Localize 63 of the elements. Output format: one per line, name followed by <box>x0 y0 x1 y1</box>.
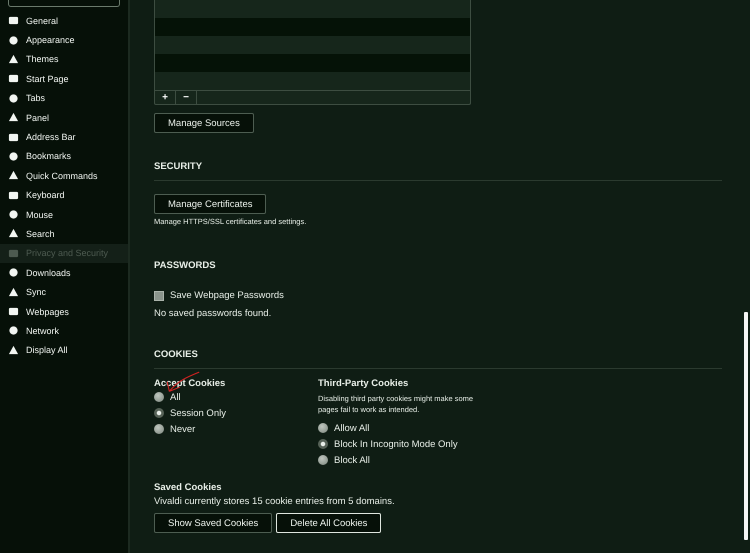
sidebar-item[interactable]: Bookmarks <box>0 146 128 166</box>
category-icon <box>8 248 19 259</box>
sidebar-item[interactable]: Panel <box>0 108 128 128</box>
radio-label: All <box>170 392 181 402</box>
radio-button[interactable] <box>318 423 328 433</box>
category-icon <box>8 209 19 220</box>
radio-button[interactable] <box>318 455 328 465</box>
radio-label: Allow All <box>334 422 370 434</box>
category-icon <box>8 228 19 240</box>
sidebar-item[interactable]: Network <box>0 321 128 341</box>
sidebar-item[interactable]: Sync <box>0 282 128 302</box>
category-icon <box>8 306 19 318</box>
sidebar-item[interactable]: Address Bar <box>0 127 128 147</box>
sidebar-item[interactable]: Webpages <box>0 302 128 322</box>
sidebar-item[interactable]: Quick Commands <box>0 166 128 186</box>
category-icon <box>8 267 19 278</box>
category-icon <box>8 150 19 162</box>
sidebar-item[interactable]: Start Page <box>0 69 128 89</box>
category-icon <box>8 190 19 201</box>
category-icon <box>8 170 19 182</box>
sidebar-item[interactable]: Tabs <box>0 88 128 108</box>
group-title: Saved Cookies <box>154 482 223 493</box>
remove-button[interactable]: − <box>176 91 197 104</box>
radio-label: Session Only <box>170 408 226 418</box>
category-icon <box>8 132 19 143</box>
category-icon <box>8 286 19 298</box>
category-icon <box>8 92 19 104</box>
sidebar-item[interactable]: Themes <box>0 50 128 70</box>
radio-button[interactable] <box>154 424 164 434</box>
sidebar-item[interactable]: Keyboard <box>0 186 128 205</box>
category-icon <box>8 34 19 46</box>
radio-label: Never <box>170 424 196 434</box>
section-heading: COOKIES <box>154 349 199 360</box>
radio-label: Block All <box>334 454 370 466</box>
section-heading: SECURITY <box>154 161 204 172</box>
manage-certificates-button[interactable]: Manage Certificates <box>154 194 266 214</box>
radio-button[interactable] <box>318 439 328 449</box>
add-button[interactable]: + <box>155 91 176 104</box>
sidebar-item[interactable]: Search <box>0 224 128 244</box>
section-heading: PASSWORDS <box>154 260 217 271</box>
category-icon <box>8 325 19 336</box>
status-text: No saved passwords found. <box>154 308 272 319</box>
category-icon <box>8 15 19 26</box>
category-icon <box>8 54 19 65</box>
sidebar-item[interactable]: Appearance <box>0 30 128 50</box>
category-icon <box>8 112 19 124</box>
checkbox[interactable] <box>154 290 164 300</box>
sidebar-item[interactable]: Display All <box>0 340 128 360</box>
checkbox-label: Save Webpage Passwords <box>170 290 284 301</box>
sidebar-item[interactable]: Downloads <box>0 263 128 282</box>
cookie-count-text: Vivaldi currently stores 15 cookie entries from 5 domains. <box>154 496 396 507</box>
manage-sources-button[interactable]: Manage Sources <box>154 113 254 133</box>
scrollbar-thumb[interactable] <box>744 312 748 540</box>
group-title: Third-Party Cookies <box>318 378 410 389</box>
sidebar-item[interactable]: Mouse <box>0 204 128 224</box>
category-icon <box>8 73 19 84</box>
sidebar-item[interactable]: General <box>0 11 128 30</box>
show-cookies-button[interactable]: Show Saved Cookies <box>154 513 272 533</box>
category-icon <box>8 344 19 356</box>
radio-label: Block In Incognito Mode Only <box>334 438 458 450</box>
radio-button[interactable] <box>154 392 164 402</box>
delete-cookies-button[interactable]: Delete All Cookies <box>276 513 382 533</box>
radio-button[interactable] <box>154 408 164 418</box>
